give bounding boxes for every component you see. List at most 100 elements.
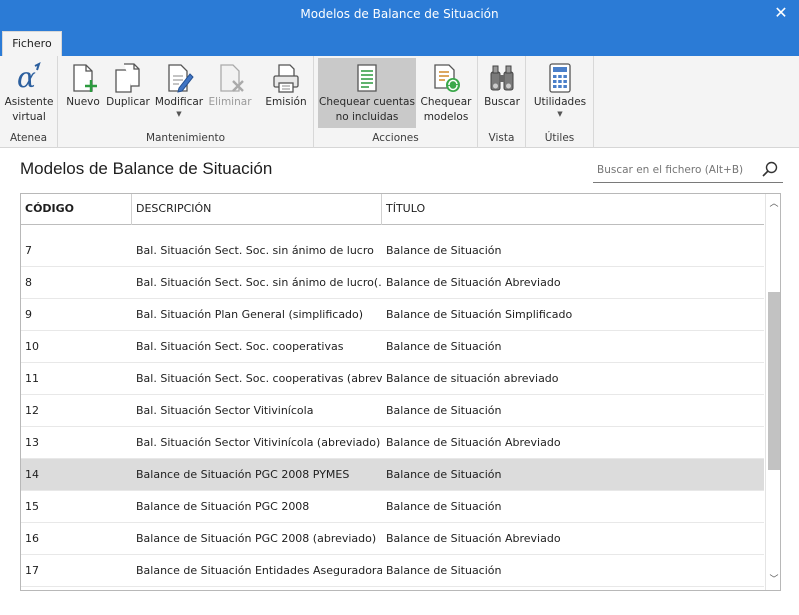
chequear-cuentas-button[interactable]: Chequear cuentas no incluidas: [318, 58, 416, 128]
nuevo-label: Nuevo: [66, 96, 100, 108]
table-row[interactable]: 13 Bal. Situación Sector Vitivinícola (ab…: [21, 427, 764, 459]
ribbon-group-acciones: Chequear cuentas no incluidas Chequear m…: [314, 56, 478, 148]
column-header-descripcion[interactable]: DESCRIPCIÓN: [132, 194, 382, 225]
scroll-down-icon[interactable]: ﹀: [766, 572, 780, 588]
table-row[interactable]: 16 Balance de Situación PGC 2008 (abrevia…: [21, 523, 764, 555]
cell-codigo: 13: [25, 436, 39, 449]
cell-descripcion: Bal. Situación Sect. Soc. cooperativas (…: [136, 372, 382, 385]
scroll-up-icon[interactable]: ︿: [766, 196, 780, 212]
cell-titulo: Balance de Situación Abreviado: [386, 532, 561, 545]
search-icon[interactable]: [761, 160, 779, 178]
tab-fichero[interactable]: Fichero: [2, 31, 62, 56]
cell-codigo: 16: [25, 532, 39, 545]
cell-codigo: 9: [25, 308, 32, 321]
close-icon[interactable]: ✕: [771, 3, 791, 22]
calculator-icon: [549, 63, 571, 93]
cell-codigo: 14: [25, 468, 39, 481]
ribbon: α Asistente virtual Atenea Nuevo Duplica…: [0, 56, 799, 148]
svg-text:α: α: [17, 62, 36, 94]
table-row[interactable]: 11 Bal. Situación Sect. Soc. cooperativas…: [21, 363, 764, 395]
ribbon-tabstrip: Fichero: [0, 28, 799, 56]
edit-icon: [168, 64, 194, 93]
group-label-acciones: Acciones: [372, 132, 419, 144]
cell-codigo: 10: [25, 340, 39, 353]
cell-titulo: Balance de Situación Abreviado: [386, 276, 561, 289]
check-accounts-icon: [357, 64, 377, 92]
ribbon-group-utiles: Utilidades ▼ Útiles: [526, 56, 594, 148]
eliminar-button[interactable]: Eliminar: [206, 58, 254, 128]
cell-titulo: Balance de Situación: [386, 468, 502, 481]
title-bar: Modelos de Balance de Situación ✕: [0, 0, 799, 28]
print-icon: [273, 64, 299, 93]
cell-titulo: Balance de Situación Simplificado: [386, 308, 573, 321]
table-header: CÓDIGO DESCRIPCIÓN TÍTULO: [21, 194, 764, 225]
eliminar-label: Eliminar: [208, 96, 252, 108]
cell-descripcion: Balance de Situación PGC 2008: [136, 500, 310, 513]
table-row[interactable]: 10 Bal. Situación Sect. Soc. cooperativas…: [21, 331, 764, 363]
ribbon-group-mantenimiento: Nuevo Duplicar Modificar ▼ Eliminar Emis…: [58, 56, 314, 148]
cell-codigo: 15: [25, 500, 39, 513]
cell-codigo: 12: [25, 404, 39, 417]
cell-descripcion: Bal. Situación Sect. Soc. sin ánimo de l…: [136, 276, 382, 289]
vertical-scrollbar[interactable]: ︿ ﹀: [765, 194, 780, 590]
duplicar-button[interactable]: Duplicar: [104, 58, 152, 128]
duplicar-label: Duplicar: [106, 96, 150, 108]
ribbon-group-atenea: α Asistente virtual Atenea: [0, 56, 58, 148]
nuevo-button[interactable]: Nuevo: [64, 58, 102, 128]
scroll-thumb[interactable]: [768, 292, 780, 470]
emision-button[interactable]: Emisión: [262, 58, 310, 128]
cell-codigo: 11: [25, 372, 39, 385]
cell-descripcion: Bal. Situación Sector Vitivinícola: [136, 404, 314, 417]
cell-descripcion: Balance de Situación Entidades Asegurado…: [136, 564, 382, 577]
new-document-icon: [73, 64, 97, 92]
cell-titulo: Balance de situación abreviado: [386, 372, 559, 385]
modificar-label: Modificar: [154, 96, 204, 108]
buscar-label: Buscar: [484, 96, 520, 108]
cell-codigo: 17: [25, 564, 39, 577]
buscar-button[interactable]: Buscar: [480, 58, 524, 128]
utilidades-button[interactable]: Utilidades ▼: [530, 58, 590, 128]
page-title: Modelos de Balance de Situación: [20, 159, 273, 178]
ribbon-group-vista: Buscar Vista: [478, 56, 526, 148]
utilidades-label: Utilidades: [533, 96, 587, 108]
group-label-utiles: Útiles: [544, 132, 575, 144]
chequear-cuentas-label: Chequear cuentas no incluidas: [319, 96, 415, 123]
check-models-icon: [434, 64, 460, 92]
search-box: [593, 157, 783, 183]
column-header-codigo[interactable]: CÓDIGO: [21, 194, 132, 225]
table-row[interactable]: 15 Balance de Situación PGC 2008 Balance d…: [21, 491, 764, 523]
chequear-modelos-button[interactable]: Chequear modelos: [418, 58, 474, 128]
chequear-modelos-label: Chequear modelos: [420, 96, 472, 123]
table-row[interactable]: 9 Bal. Situación Plan General (simplifica…: [21, 299, 764, 331]
column-header-titulo[interactable]: TÍTULO: [382, 194, 764, 225]
group-label-vista: Vista: [488, 132, 515, 144]
modificar-button[interactable]: Modificar ▼: [154, 58, 204, 128]
binoculars-icon: [490, 65, 514, 91]
cell-descripcion: Bal. Situación Sect. Soc. cooperativas: [136, 340, 344, 353]
table-body: 7 Bal. Situación Sect. Soc. sin ánimo de …: [21, 225, 764, 590]
delete-icon: [220, 64, 244, 92]
cell-descripcion: Bal. Situación Plan General (simplificad…: [136, 308, 364, 321]
cell-descripcion: Balance de Situación PGC 2008 (abreviado…: [136, 532, 377, 545]
cell-codigo: 7: [25, 244, 32, 257]
duplicate-icon: [115, 63, 140, 93]
table-row[interactable]: 17 Balance de Situación Entidades Asegura…: [21, 555, 764, 587]
table-row[interactable]: 8 Bal. Situación Sect. Soc. sin ánimo de …: [21, 267, 764, 299]
cell-titulo: Balance de Situación: [386, 500, 502, 513]
asistente-virtual-button[interactable]: α Asistente virtual: [2, 58, 56, 128]
table-row[interactable]: 12 Bal. Situación Sector Vitivinícola Bala…: [21, 395, 764, 427]
asistente-virtual-label: Asistente virtual: [4, 96, 54, 123]
cell-titulo: Balance de Situación: [386, 244, 502, 257]
table-row[interactable]: 7 Bal. Situación Sect. Soc. sin ánimo de …: [21, 235, 764, 267]
cell-descripcion: Bal. Situación Sect. Soc. sin ánimo de l…: [136, 244, 374, 257]
cell-descripcion: Balance de Situación PGC 2008 PYMES: [136, 468, 350, 481]
cell-titulo: Balance de Situación: [386, 340, 502, 353]
search-input[interactable]: [597, 161, 752, 179]
cell-titulo: Balance de Situación: [386, 404, 502, 417]
group-label-atenea: Atenea: [9, 132, 48, 144]
chevron-down-icon: ▼: [557, 110, 563, 118]
table-row[interactable]: 14 Balance de Situación PGC 2008 PYMES Bal…: [21, 459, 764, 491]
chevron-down-icon: ▼: [176, 110, 182, 118]
alpha-icon: α: [17, 62, 41, 94]
cell-titulo: Balance de Situación: [386, 564, 502, 577]
